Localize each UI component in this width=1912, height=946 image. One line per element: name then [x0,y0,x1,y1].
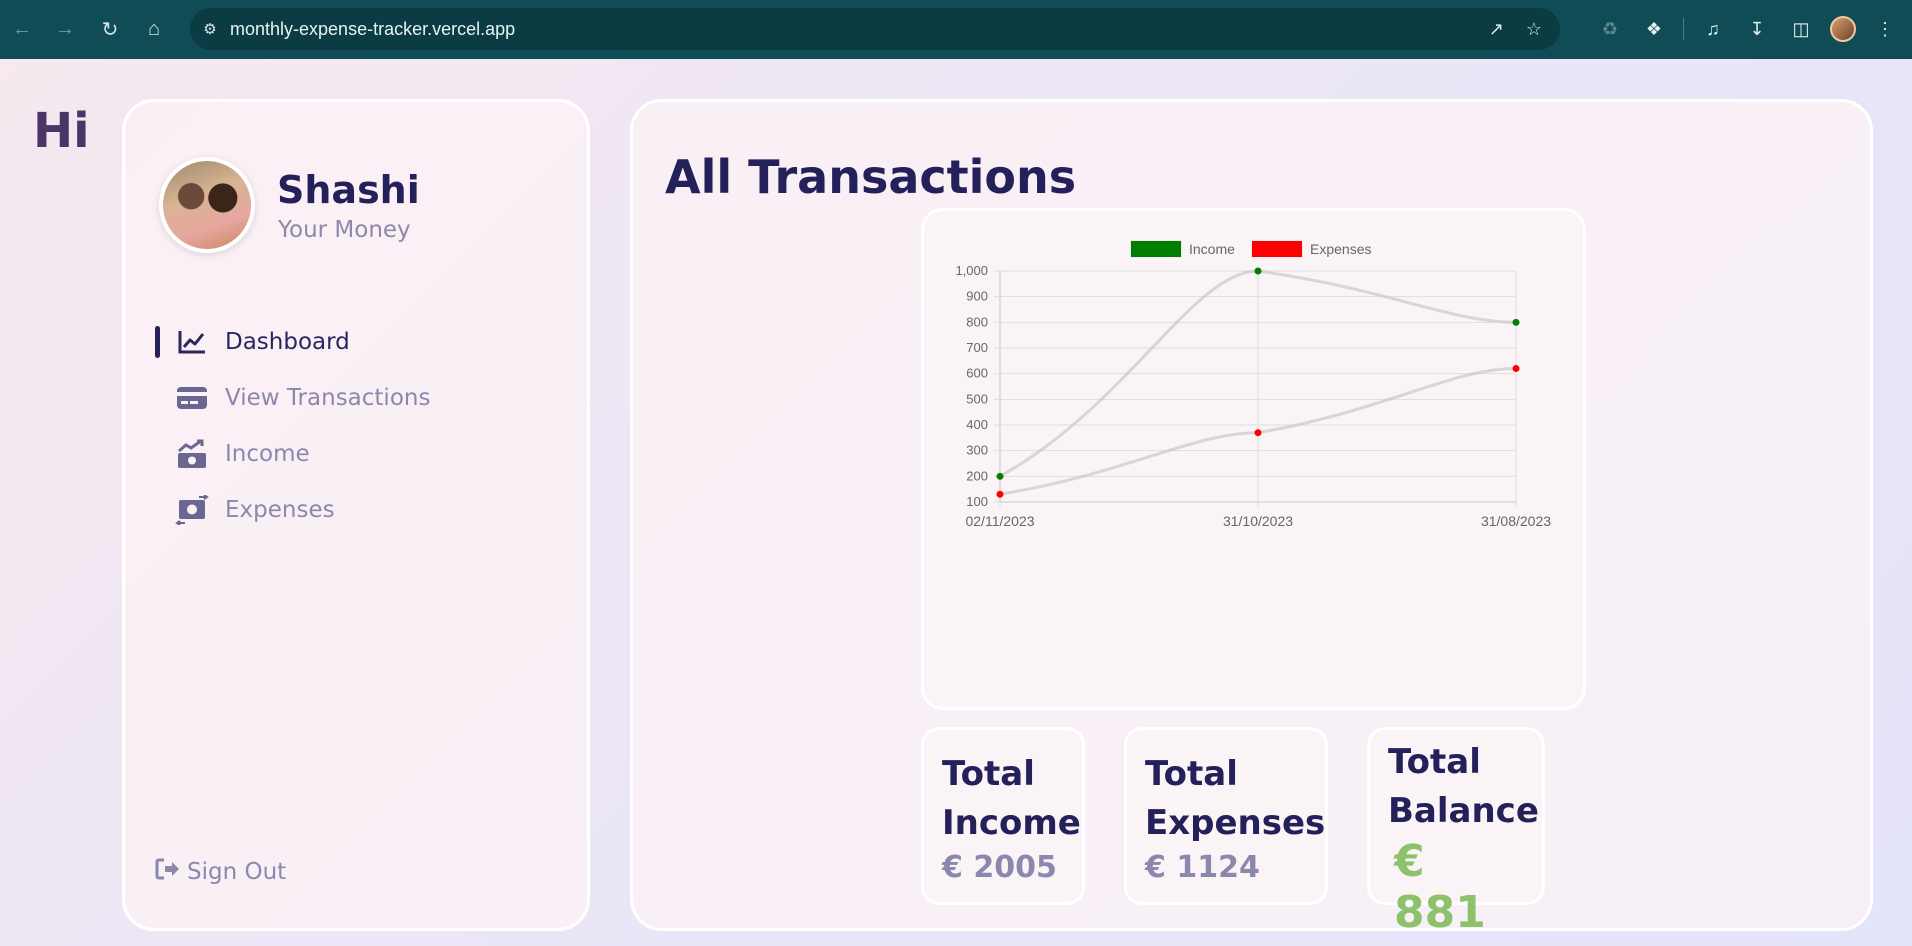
forward-icon[interactable]: → [43,9,87,49]
download-icon[interactable]: ↧ [1742,14,1772,44]
greeting-text: Hi [33,103,90,159]
site-settings-icon[interactable]: ⚙ [190,20,230,38]
x-tick-label: 31/08/2023 [1481,513,1551,529]
data-point-expenses [1254,429,1262,437]
sign-out-icon [155,857,181,887]
reload-icon[interactable]: ↻ [88,9,132,49]
x-tick-label: 02/11/2023 [965,513,1034,529]
total-income-title-2: Income [942,803,1081,843]
browser-toolbar: ← → ↻ ⌂ ⚙ monthly-expense-tracker.vercel… [0,0,1912,59]
data-point-income [1512,318,1520,326]
sign-out-label: Sign Out [187,859,287,885]
open-in-app-icon[interactable]: ↗ [1489,19,1504,40]
total-expenses-card: Total Expenses € 1124 [1124,727,1328,905]
total-expenses-title-2: Expenses [1145,803,1326,843]
home-icon[interactable]: ⌂ [132,9,176,49]
legend-label-income: Income [1189,241,1235,257]
sidebar-item-dashboard[interactable]: Dashboard [155,314,575,370]
total-income-title-1: Total [942,754,1035,794]
sidebar-item-income[interactable]: Income [155,426,575,482]
sidebar-item-label: Dashboard [225,329,350,355]
y-tick-label: 600 [966,366,988,381]
y-tick-label: 200 [966,468,988,483]
data-point-income [1254,267,1262,275]
extensions-puzzle-icon[interactable]: ❖ [1639,14,1669,44]
legend-swatch-expenses [1251,240,1303,258]
data-point-expenses [996,490,1004,498]
user-name: Shashi [277,168,420,212]
legend-label-expenses: Expenses [1310,241,1371,257]
url-text[interactable]: monthly-expense-tracker.vercel.app [230,19,515,40]
back-icon[interactable]: ← [0,9,44,49]
bookmark-star-icon[interactable]: ☆ [1526,19,1542,40]
total-expenses-value: € 1124 [1145,850,1260,885]
total-income-card: Total Income € 2005 [921,727,1085,905]
y-tick-label: 300 [966,443,988,458]
main-panel: All Transactions 100 200 300 400 500 600 700 80… [630,99,1873,938]
y-tick-label: 700 [966,340,988,355]
recycle-extension-icon[interactable]: ♻ [1595,14,1625,44]
sidebar-item-label: Income [225,441,310,467]
toolbar-divider [1683,18,1684,40]
total-expenses-title-1: Total [1145,754,1238,794]
money-up-icon [175,439,209,469]
money-exchange-icon [175,495,209,525]
total-balance-title-2: Balance [1388,791,1539,831]
y-tick-label: 800 [966,314,988,329]
sidebar-item-view-transactions[interactable]: View Transactions [155,370,575,426]
total-balance-card: Total Balance € 881 [1367,727,1545,938]
sidebar-item-label: View Transactions [225,385,431,411]
user-avatar [159,157,255,253]
y-tick-label: 900 [966,289,988,304]
line-chart-icon [175,327,209,357]
total-balance-value: € 881 [1394,836,1486,938]
page-title: All Transactions [665,150,1077,204]
sidebar-menu: Dashboard View Transactions Income Expen… [155,314,575,538]
sidebar-item-label: Expenses [225,497,335,523]
user-subtitle: Your Money [278,217,411,243]
side-panel-icon[interactable]: ◫ [1786,14,1816,44]
total-balance-title-1: Total [1388,742,1481,782]
address-bar[interactable]: ⚙ monthly-expense-tracker.vercel.app ↗ ☆ [190,8,1560,50]
y-tick-label: 1,000 [955,263,988,278]
sidebar-item-expenses[interactable]: Expenses [155,482,575,538]
transactions-line-chart: 100 200 300 400 500 600 700 800 900 1,000 02/11/20… [955,240,1551,529]
kebab-menu-icon[interactable]: ⋮ [1870,14,1900,44]
data-point-expenses [1512,365,1520,373]
media-playlist-icon[interactable]: ♫ [1698,14,1728,44]
profile-avatar[interactable] [1830,16,1856,42]
y-tick-label: 500 [966,391,988,406]
total-income-value: € 2005 [942,850,1057,885]
x-tick-label: 31/10/2023 [1223,513,1293,529]
transactions-chart-card: 100 200 300 400 500 600 700 800 900 1,000 02/11/20… [921,208,1586,710]
y-tick-label: 400 [966,417,988,432]
sign-out-button[interactable]: Sign Out [155,857,286,887]
sidebar: Shashi Your Money Dashboard View Transac… [122,99,590,931]
data-point-income [996,472,1004,480]
credit-card-icon [175,383,209,413]
legend-swatch-income [1130,240,1182,258]
y-tick-label: 100 [966,494,988,509]
